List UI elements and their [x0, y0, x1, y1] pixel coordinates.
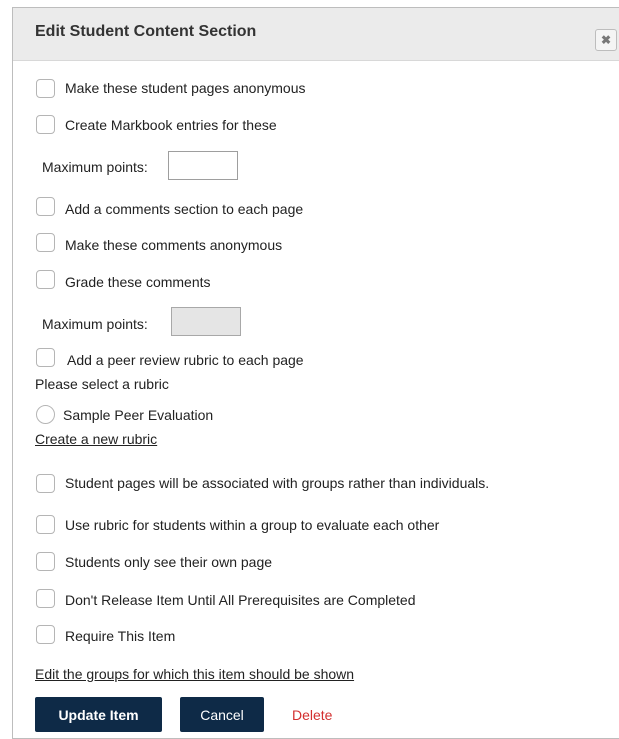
anonymous-comments-checkbox[interactable]: [36, 233, 55, 252]
dialog-titlebar: Edit Student Content Section ✖: [13, 8, 619, 61]
update-item-button[interactable]: Update Item: [35, 697, 162, 732]
anonymous-pages-label: Make these student pages anonymous: [65, 80, 306, 96]
group-rubric-label: Use rubric for students within a group t…: [65, 517, 440, 533]
rubric-option-label: Sample Peer Evaluation: [63, 407, 214, 423]
dont-release-checkbox[interactable]: [36, 589, 55, 608]
require-item-label: Require This Item: [65, 628, 176, 644]
own-page-only-label: Students only see their own page: [65, 554, 273, 570]
cancel-button[interactable]: Cancel: [180, 697, 264, 732]
rubric-option-radio[interactable]: [36, 405, 55, 424]
anonymous-pages-checkbox[interactable]: [36, 79, 55, 98]
comment-max-points-label: Maximum points:: [42, 316, 148, 332]
peer-review-checkbox[interactable]: [36, 348, 55, 367]
grade-comments-checkbox[interactable]: [36, 270, 55, 289]
peer-review-label: Add a peer review rubric to each page: [67, 352, 304, 368]
create-rubric-link[interactable]: Create a new rubric: [35, 431, 157, 447]
grade-comments-label: Grade these comments: [65, 274, 211, 290]
dont-release-label: Don't Release Item Until All Prerequisit…: [65, 592, 416, 608]
edit-groups-link[interactable]: Edit the groups for which this item shou…: [35, 666, 354, 682]
group-pages-label: Student pages will be associated with gr…: [65, 475, 490, 491]
comment-max-points-input[interactable]: [171, 307, 241, 336]
markbook-entries-checkbox[interactable]: [36, 115, 55, 134]
require-item-checkbox[interactable]: [36, 625, 55, 644]
group-rubric-checkbox[interactable]: [36, 515, 55, 534]
max-points-input[interactable]: [168, 151, 238, 180]
group-pages-checkbox[interactable]: [36, 474, 55, 493]
select-rubric-prompt: Please select a rubric: [35, 376, 169, 392]
close-icon: ✖: [600, 33, 612, 47]
dialog-title: Edit Student Content Section: [35, 23, 257, 40]
comments-section-checkbox[interactable]: [36, 197, 55, 216]
comments-section-label: Add a comments section to each page: [65, 201, 304, 217]
anonymous-comments-label: Make these comments anonymous: [65, 237, 283, 253]
close-button[interactable]: ✖: [595, 29, 617, 51]
max-points-label: Maximum points:: [42, 159, 148, 175]
markbook-entries-label: Create Markbook entries for these: [65, 117, 277, 133]
own-page-only-checkbox[interactable]: [36, 552, 55, 571]
delete-button[interactable]: Delete: [292, 707, 332, 723]
